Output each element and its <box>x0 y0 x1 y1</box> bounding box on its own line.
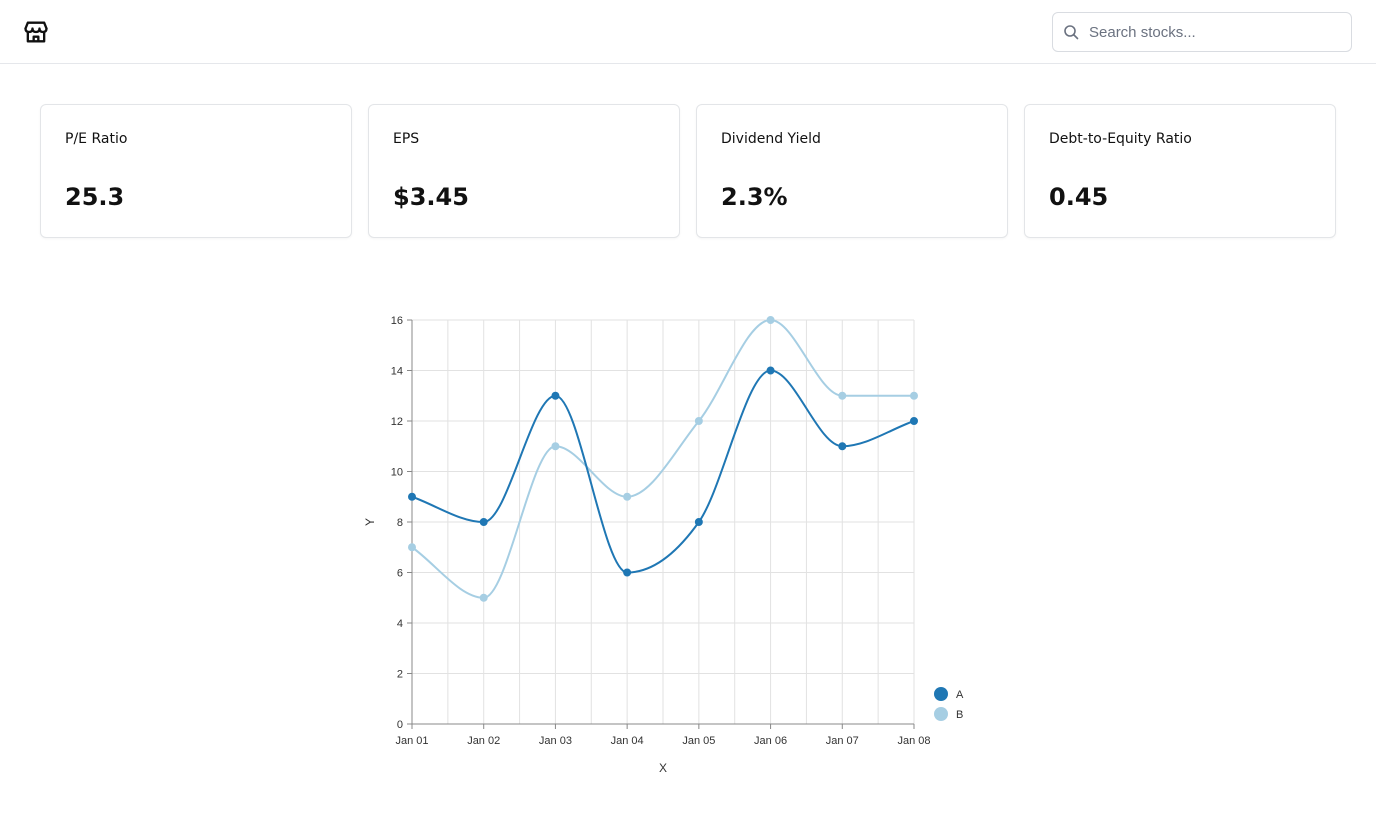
metric-card-pe-ratio: P/E Ratio 25.3 <box>40 104 352 238</box>
legend-label-b: B <box>956 709 963 721</box>
x-tick-label: Jan 08 <box>897 735 930 747</box>
data-point-a <box>551 391 560 400</box>
data-point-a <box>623 568 632 577</box>
data-point-a <box>910 417 918 425</box>
line-chart-svg: 0 2 4 6 8 10 12 14 16 Jan 01 Jan 02 Jan 03 Jan 04 Jan… <box>363 315 964 775</box>
y-axis-title: Y <box>363 518 377 526</box>
data-point-b <box>623 492 632 501</box>
metric-value: 2.3% <box>721 183 788 211</box>
y-tick-label: 8 <box>397 517 403 529</box>
search-box[interactable] <box>1052 12 1352 52</box>
x-tick-label: Jan 07 <box>826 735 859 747</box>
data-point-a <box>838 442 847 451</box>
data-point-b <box>766 316 775 324</box>
data-point-b <box>910 391 918 400</box>
legend-swatch-a <box>934 687 948 701</box>
y-tick-label: 0 <box>397 719 403 731</box>
x-axis-title: X <box>659 761 667 775</box>
data-point-b <box>551 442 560 451</box>
store-icon[interactable] <box>22 18 50 46</box>
metric-card-eps: EPS $3.45 <box>368 104 680 238</box>
line-chart: 0 2 4 6 8 10 12 14 16 Jan 01 Jan 02 Jan 03 Jan 04 Jan… <box>340 290 1000 790</box>
y-tick-label: 16 <box>391 315 403 327</box>
metric-card-dividend-yield: Dividend Yield 2.3% <box>696 104 1008 238</box>
metric-value: 25.3 <box>65 183 125 211</box>
y-tick-label: 12 <box>391 416 403 428</box>
data-point-b <box>408 543 416 552</box>
x-tick-label: Jan 01 <box>395 735 428 747</box>
y-tick-label: 4 <box>397 618 403 630</box>
x-tick-label: Jan 02 <box>467 735 500 747</box>
legend-swatch-b <box>934 707 948 721</box>
y-tick-label: 10 <box>391 467 403 479</box>
y-tick-label: 2 <box>397 669 403 681</box>
x-tick-label: Jan 06 <box>754 735 787 747</box>
x-tick-label: Jan 04 <box>611 735 644 747</box>
y-tick-label: 14 <box>391 366 403 378</box>
y-tick-label: 6 <box>397 568 403 580</box>
data-point-a <box>694 518 703 526</box>
data-point-a <box>408 492 416 501</box>
legend-label-a: A <box>956 689 964 701</box>
data-point-b <box>838 391 847 400</box>
data-point-a <box>766 366 775 375</box>
metric-label: Debt-to-Equity Ratio <box>1049 131 1192 147</box>
search-input[interactable] <box>1089 13 1345 51</box>
search-icon <box>1064 25 1079 40</box>
metric-label: EPS <box>393 131 420 147</box>
data-point-b <box>479 593 488 602</box>
metric-label: P/E Ratio <box>65 131 128 147</box>
top-bar <box>0 0 1376 64</box>
metric-value: $3.45 <box>393 183 469 211</box>
metric-card-debt-to-equity: Debt-to-Equity Ratio 0.45 <box>1024 104 1336 238</box>
x-tick-label: Jan 05 <box>682 735 715 747</box>
x-tick-label: Jan 03 <box>539 735 572 747</box>
metric-value: 0.45 <box>1049 183 1109 211</box>
data-point-a <box>479 518 488 526</box>
data-point-b <box>694 417 703 425</box>
metric-label: Dividend Yield <box>721 131 821 147</box>
